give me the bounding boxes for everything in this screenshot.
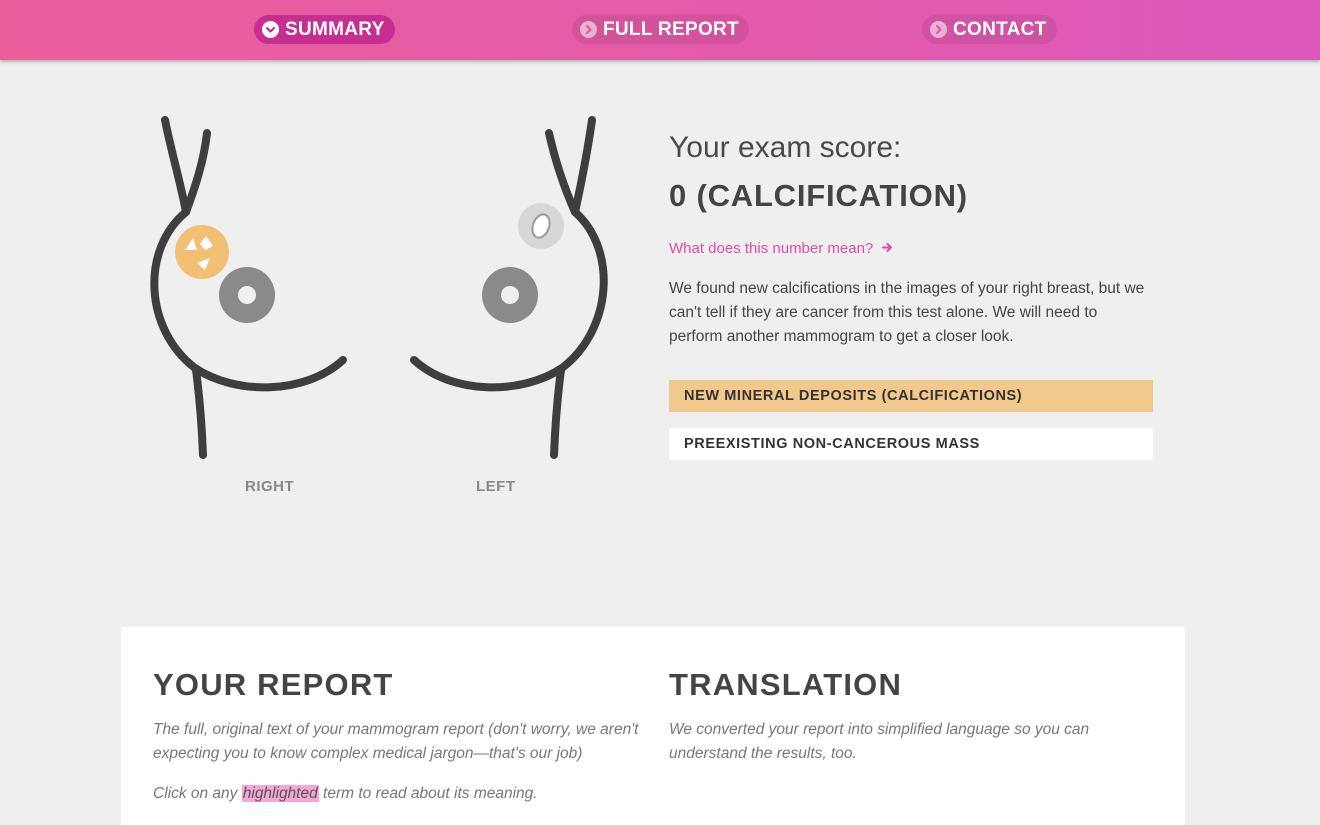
highlighted-term-sample[interactable]: highlighted (241, 785, 319, 802)
mass-marker[interactable] (518, 203, 564, 249)
report-click-hint: Click on any highlighted term to read ab… (153, 782, 643, 806)
nav-contact-label: CONTACT (953, 19, 1047, 40)
chevron-right-circle-icon (580, 21, 597, 38)
nav-contact[interactable]: CONTACT (922, 15, 1057, 44)
report-title: YOUR REPORT (153, 667, 394, 702)
nav-full-report[interactable]: FULL REPORT (572, 15, 749, 44)
score-meaning-link-label: What does this number mean? (669, 240, 874, 257)
arrow-right-icon (882, 240, 893, 257)
score-heading: Your exam score: (669, 131, 902, 164)
translation-title: TRANSLATION (669, 667, 903, 702)
score-description: We found new calcifications in the image… (669, 280, 1145, 345)
right-side-label: RIGHT (245, 478, 295, 495)
nav-full-report-label: FULL REPORT (603, 19, 739, 40)
finding-mass[interactable]: PREEXISTING NON-CANCEROUS MASS (669, 428, 1153, 460)
click-hint-prefix: Click on any (153, 785, 238, 802)
breast-diagram (150, 116, 608, 459)
right-nipple (219, 267, 275, 323)
nav-summary[interactable]: SUMMARY (254, 15, 395, 44)
chevron-right-circle-icon (930, 21, 947, 38)
nav-summary-label: SUMMARY (285, 19, 385, 40)
top-nav: SUMMARY FULL REPORT CONTACT (0, 0, 1320, 60)
click-hint-suffix: term to read about its meaning. (323, 785, 538, 802)
report-intro: The full, original text of your mammogra… (153, 721, 639, 762)
score-meaning-link[interactable]: What does this number mean? (669, 240, 893, 257)
translation-intro: We converted your report into simplified… (669, 721, 1090, 762)
score-value: 0 (CALCIFICATION) (669, 178, 968, 213)
finding-calcifications[interactable]: NEW MINERAL DEPOSITS (CALCIFICATIONS) (669, 380, 1153, 412)
left-nipple (482, 267, 538, 323)
calcification-marker[interactable] (175, 225, 229, 279)
left-side-label: LEFT (476, 478, 516, 495)
chevron-down-circle-icon (262, 21, 279, 38)
